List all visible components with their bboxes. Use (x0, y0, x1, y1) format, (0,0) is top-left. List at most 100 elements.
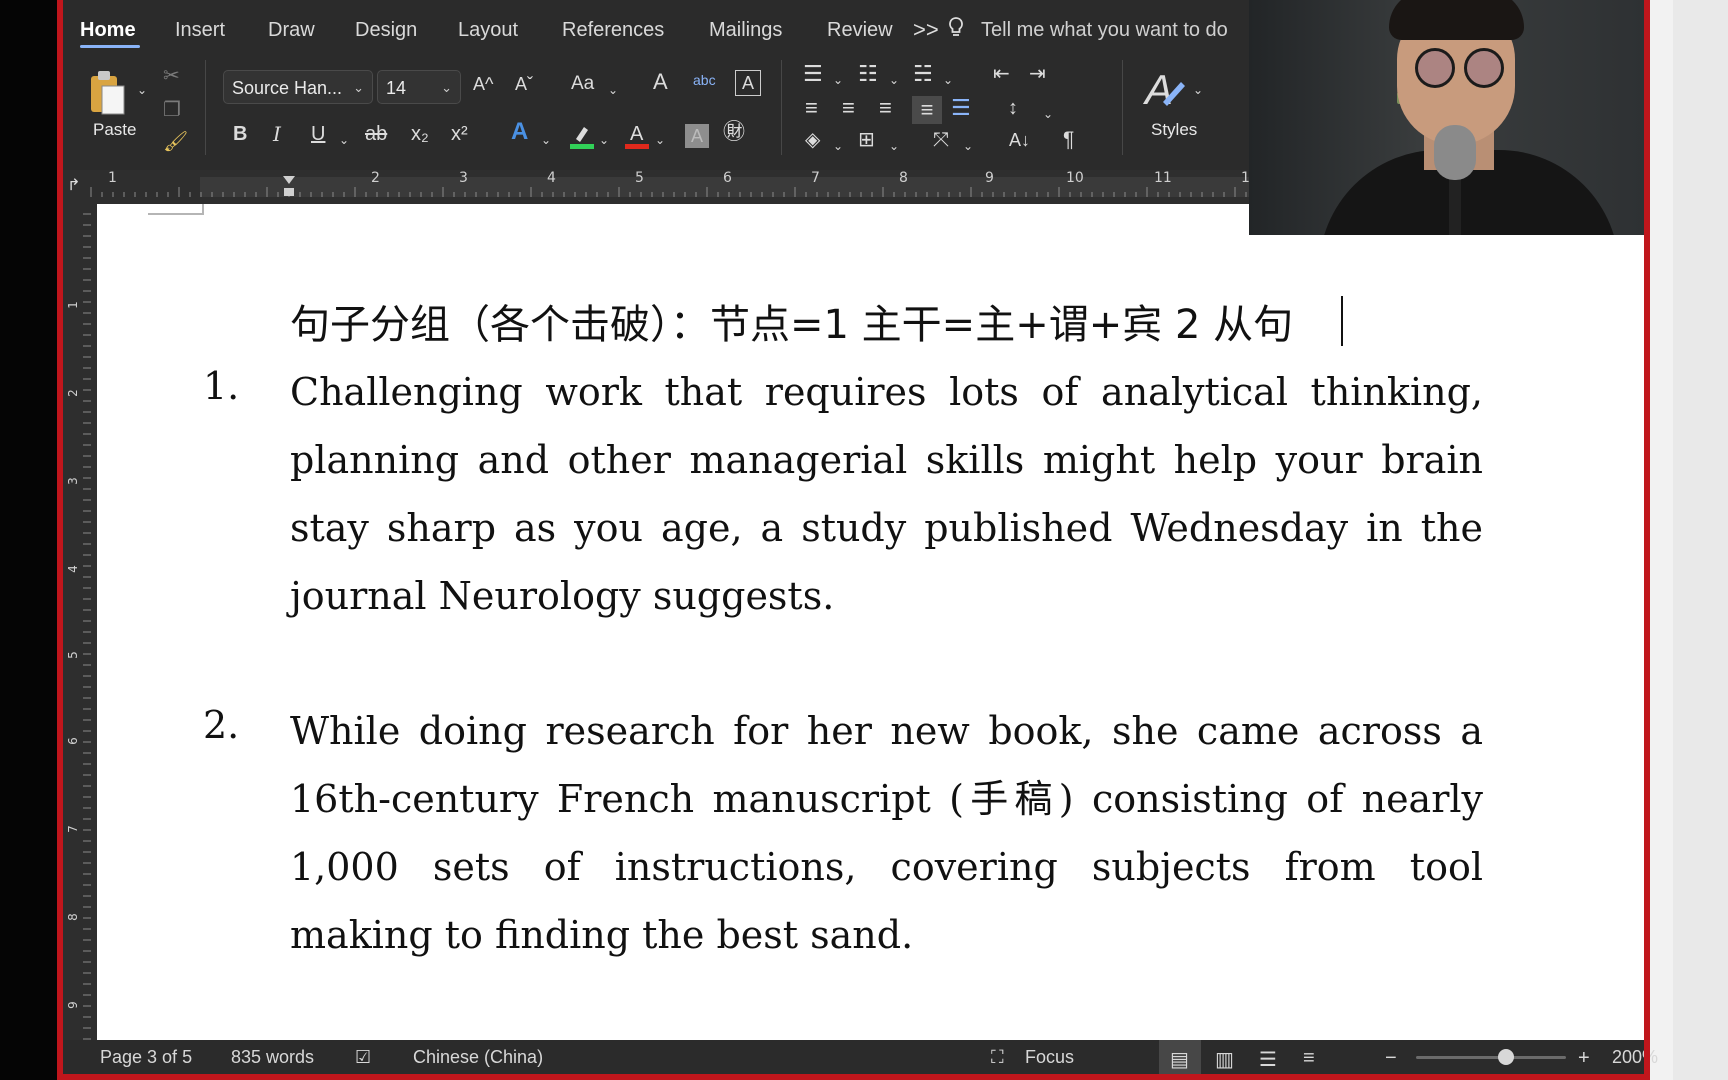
underline-icon[interactable]: U (311, 124, 325, 144)
bold-icon[interactable]: B (233, 124, 247, 144)
list-number: 2. (203, 703, 240, 747)
align-center-icon[interactable]: ≡ (842, 97, 855, 119)
focus-mode-label[interactable]: Focus (1025, 1047, 1074, 1068)
subscript-icon[interactable]: x₂ (411, 124, 429, 144)
tab-home[interactable]: Home (80, 19, 136, 42)
ruler-number: 3 (459, 170, 468, 186)
grow-font-icon[interactable]: A^ (473, 74, 493, 94)
list-item-paragraph[interactable]: Challenging work that requires lots of a… (290, 358, 1483, 630)
bullets-icon[interactable]: ☰ (803, 63, 823, 85)
tab-review[interactable]: Review (827, 19, 893, 42)
zoom-in-icon[interactable]: + (1578, 1047, 1590, 1070)
character-border-icon[interactable]: A (735, 70, 761, 96)
chevron-down-icon[interactable]: ⌄ (655, 130, 665, 150)
vruler-number: 6 (65, 737, 80, 745)
chevron-down-icon[interactable]: ⌄ (943, 70, 953, 90)
change-case-icon[interactable]: Aa (571, 74, 594, 94)
list-item-paragraph[interactable]: While doing research for her new book, s… (290, 697, 1483, 969)
proofing-icon[interactable]: ☑ (355, 1047, 371, 1068)
multilevel-list-icon[interactable]: ☵ (913, 63, 933, 85)
recording-frame-left (57, 0, 63, 1080)
ruler-number: 8 (899, 170, 908, 186)
numbering-icon[interactable]: ☷ (858, 63, 878, 85)
font-size-dropdown[interactable]: 14 ⌄ (377, 70, 461, 104)
tab-references[interactable]: References (562, 19, 664, 42)
tab-design[interactable]: Design (355, 19, 417, 42)
zoom-level[interactable]: 200% (1612, 1047, 1658, 1068)
horizontal-ruler[interactable]: ↱ 1 2 3 4 5 6 7 8 9 10 11 1 (63, 170, 1250, 204)
cut-icon[interactable]: ✂ (163, 66, 180, 86)
character-shading-icon[interactable]: A (685, 124, 709, 148)
vertical-ruler[interactable]: 1 2 3 4 5 6 7 8 9 (63, 204, 97, 1040)
draft-view-icon[interactable]: ≡ (1303, 1047, 1315, 1070)
chevron-down-icon[interactable]: ⌄ (339, 130, 349, 150)
active-tab-indicator (80, 45, 140, 48)
zoom-slider-knob[interactable] (1498, 1049, 1514, 1065)
ribbon: Home Insert Draw Design Layout Reference… (63, 0, 1249, 170)
presenter-glasses-left (1415, 48, 1455, 88)
clear-formatting-icon[interactable]: A (653, 71, 668, 93)
text-effects-icon[interactable]: A (511, 120, 528, 144)
italic-icon[interactable]: I (273, 124, 281, 144)
background-window (1673, 0, 1728, 1080)
justify-icon[interactable]: ≡ (912, 96, 942, 124)
vruler-number: 7 (65, 825, 80, 833)
vruler-number: 2 (65, 389, 80, 397)
chevron-down-icon[interactable]: ⌄ (833, 70, 843, 90)
chevron-down-icon[interactable]: ⌄ (1193, 80, 1203, 100)
zoom-slider[interactable] (1416, 1056, 1566, 1059)
font-color-icon[interactable]: A (623, 122, 651, 150)
distributed-icon[interactable]: ☰ (951, 97, 971, 119)
vruler-number: 4 (65, 565, 80, 573)
asian-layout-icon[interactable]: ⤧ (933, 130, 949, 150)
paste-icon[interactable] (88, 68, 128, 116)
superscript-icon[interactable]: x² (451, 124, 468, 144)
tab-draw[interactable]: Draw (268, 19, 315, 42)
phonetic-guide-icon[interactable]: abc (693, 70, 716, 90)
ruler-number: 9 (985, 170, 994, 186)
copy-icon[interactable]: ❐ (163, 100, 181, 120)
tab-insert[interactable]: Insert (175, 19, 225, 42)
line-spacing-icon[interactable]: ↕ (1008, 98, 1018, 118)
outline-view-icon[interactable]: ☰ (1259, 1047, 1277, 1072)
page-count[interactable]: Page 3 of 5 (100, 1047, 192, 1068)
paste-options-chevron-icon[interactable]: ⌄ (137, 80, 147, 100)
chevron-down-icon[interactable]: ⌄ (541, 130, 551, 150)
font-name-dropdown[interactable]: Source Han... ⌄ (223, 70, 373, 104)
borders-icon[interactable]: ⊞ (858, 130, 875, 150)
zoom-out-icon[interactable]: − (1385, 1047, 1397, 1070)
lightbulb-icon[interactable] (947, 16, 965, 46)
tell-me-search[interactable]: Tell me what you want to do (981, 19, 1228, 42)
language-indicator[interactable]: Chinese (China) (413, 1047, 543, 1068)
chevron-down-icon[interactable]: ⌄ (889, 136, 899, 156)
enclose-characters-icon[interactable]: ㊖ (723, 121, 745, 143)
chevron-down-icon[interactable]: ⌄ (833, 136, 843, 156)
word-count[interactable]: 835 words (231, 1047, 314, 1068)
chevron-down-icon[interactable]: ⌄ (1043, 104, 1053, 124)
ruler-number: 2 (371, 170, 380, 186)
align-left-icon[interactable]: ≡ (805, 97, 818, 119)
more-tabs-chevron-icon[interactable]: >> (913, 17, 939, 43)
chevron-down-icon[interactable]: ⌄ (963, 136, 973, 156)
document-heading[interactable]: 句子分组（各个击破）：节点=1 主干=主+谓+宾 2 从句 (290, 292, 1293, 350)
align-right-icon[interactable]: ≡ (879, 97, 892, 119)
ruler-number: 11 (1154, 170, 1172, 186)
strikethrough-icon[interactable]: ab (365, 124, 387, 144)
shrink-font-icon[interactable]: Aˇ (515, 74, 533, 94)
tab-mailings[interactable]: Mailings (709, 19, 782, 42)
format-painter-icon[interactable]: 🖌 (163, 132, 188, 152)
print-layout-icon[interactable]: ▤ (1170, 1047, 1189, 1072)
web-layout-icon[interactable]: ▥ (1215, 1047, 1234, 1072)
styles-icon[interactable]: A (1142, 64, 1189, 114)
chevron-down-icon[interactable]: ⌄ (599, 130, 609, 150)
decrease-indent-icon[interactable]: ⇤ (993, 64, 1010, 84)
show-formatting-marks-icon[interactable]: ¶ (1063, 129, 1074, 150)
sort-icon[interactable]: A↓ (1009, 130, 1030, 150)
tab-layout[interactable]: Layout (458, 19, 518, 42)
focus-icon[interactable]: ⛶ (991, 1047, 1004, 1068)
chevron-down-icon[interactable]: ⌄ (889, 70, 899, 90)
highlight-color-icon[interactable] (568, 122, 596, 150)
chevron-down-icon[interactable]: ⌄ (608, 80, 618, 100)
shading-icon[interactable]: ◈ (805, 130, 820, 150)
increase-indent-icon[interactable]: ⇥ (1029, 64, 1046, 84)
